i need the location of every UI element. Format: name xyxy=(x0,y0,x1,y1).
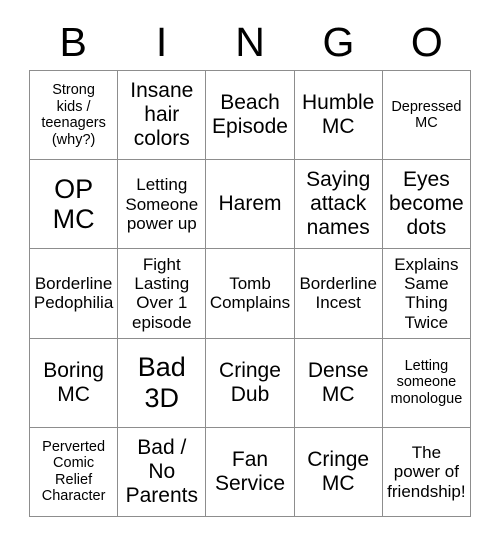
bingo-cell-label: Insane hair colors xyxy=(130,79,194,151)
bingo-cell-label: Cringe MC xyxy=(307,447,370,495)
bingo-cell-label: Fight Lasting Over 1 episode xyxy=(132,254,192,332)
bingo-cell-r2c5[interactable]: Eyes become dots xyxy=(382,160,471,250)
bingo-cell-r3c1[interactable]: Borderline Pedophilia xyxy=(30,249,119,339)
bingo-cell-label: Bad 3D xyxy=(137,351,186,413)
bingo-cell-label: Dense MC xyxy=(307,358,369,406)
bingo-cell-label: Strong kids / teenagers (why?) xyxy=(41,82,106,148)
bingo-cell-r5c2[interactable]: Bad / No Parents xyxy=(118,427,207,517)
bingo-cell-r1c4[interactable]: Humble MC xyxy=(294,71,383,161)
bingo-card: B I N G O Strong kids / teenagers (why?)… xyxy=(0,0,500,544)
bingo-header-letter-n: N xyxy=(235,18,265,65)
bingo-cell-r2c3[interactable]: Harem xyxy=(206,160,295,250)
bingo-cell-r4c4[interactable]: Dense MC xyxy=(294,338,383,428)
bingo-cell-r5c5[interactable]: The power of friendship! xyxy=(382,427,471,517)
bingo-cell-r2c2[interactable]: Letting Someone power up xyxy=(118,160,207,250)
bingo-cell-r3c5[interactable]: Explains Same Thing Twice xyxy=(382,249,471,339)
bingo-cell-r3c4[interactable]: Borderline Incest xyxy=(294,249,383,339)
bingo-cell-r4c5[interactable]: Letting someone monologue xyxy=(382,338,471,428)
bingo-cell-r2c4[interactable]: Saying attack names xyxy=(294,160,383,250)
bingo-grid: Strong kids / teenagers (why?) Insane hai… xyxy=(29,70,471,517)
bingo-cell-label: Depressed MC xyxy=(391,98,462,132)
bingo-cell-label: Borderline Pedophilia xyxy=(33,274,114,313)
bingo-header-row: B I N G O xyxy=(29,14,471,70)
bingo-cell-r1c1[interactable]: Strong kids / teenagers (why?) xyxy=(30,71,119,161)
bingo-cell-r3c2[interactable]: Fight Lasting Over 1 episode xyxy=(118,249,207,339)
bingo-cell-label: Letting Someone power up xyxy=(125,175,199,233)
bingo-header-letter-b: B xyxy=(59,18,87,65)
bingo-cell-label: Letting someone monologue xyxy=(390,357,463,407)
bingo-cell-label: Borderline Incest xyxy=(299,274,377,313)
bingo-cell-label: Humble MC xyxy=(302,91,375,139)
bingo-cell-r1c3[interactable]: Beach Episode xyxy=(206,71,295,161)
bingo-cell-r5c1[interactable]: Perverted Comic Relief Character xyxy=(30,427,119,517)
bingo-cell-r2c1[interactable]: OP MC xyxy=(30,160,119,250)
bingo-cell-r4c3[interactable]: Cringe Dub xyxy=(206,338,295,428)
bingo-cell-label: Bad / No Parents xyxy=(125,435,198,507)
bingo-cell-label: Saying attack names xyxy=(306,168,371,240)
bingo-cell-label: Perverted Comic Relief Character xyxy=(41,438,106,505)
bingo-cell-r5c3[interactable]: Fan Service xyxy=(206,427,295,517)
bingo-cell-label: Harem xyxy=(218,192,282,216)
bingo-header-letter-o: O xyxy=(410,18,443,65)
bingo-cell-label: Beach Episode xyxy=(212,91,288,139)
bingo-header-letter-i: I xyxy=(155,18,168,65)
bingo-cell-r3c3[interactable]: Tomb Complains xyxy=(206,249,295,339)
bingo-cell-r4c2[interactable]: Bad 3D xyxy=(118,338,207,428)
bingo-cell-label: Boring MC xyxy=(43,358,104,406)
bingo-cell-label: Explains Same Thing Twice xyxy=(394,254,459,332)
bingo-cell-r1c2[interactable]: Insane hair colors xyxy=(118,71,207,161)
bingo-cell-r1c5[interactable]: Depressed MC xyxy=(382,71,471,161)
bingo-cell-label: The power of friendship! xyxy=(387,442,466,501)
bingo-header-letter-g: G xyxy=(322,18,355,65)
bingo-cell-label: Cringe Dub xyxy=(219,358,281,406)
bingo-cell-r4c1[interactable]: Boring MC xyxy=(30,338,119,428)
bingo-cell-label: Fan Service xyxy=(214,447,285,495)
bingo-cell-label: OP MC xyxy=(52,173,95,235)
bingo-cell-label: Eyes become dots xyxy=(389,168,464,240)
bingo-cell-label: Tomb Complains xyxy=(209,274,291,313)
bingo-cell-r5c4[interactable]: Cringe MC xyxy=(294,427,383,517)
